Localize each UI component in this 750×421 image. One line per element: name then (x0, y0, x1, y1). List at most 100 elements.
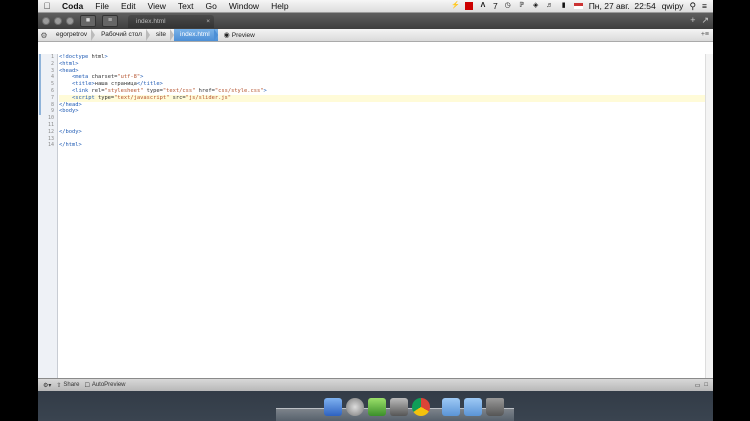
minimize-window-button[interactable] (54, 17, 62, 25)
line-number: 8 (38, 101, 57, 109)
breadcrumb-desktop[interactable]: Рабочий стол (95, 29, 150, 41)
menu-app-name[interactable]: Coda (56, 1, 89, 11)
status-right-icons: ▭ □ (695, 382, 708, 389)
files-icon[interactable]: ≡ (102, 15, 118, 27)
share-label: Share (63, 382, 80, 388)
change-marker (39, 67, 41, 75)
wifi-icon[interactable]: ◈ (532, 2, 540, 10)
code-line[interactable] (59, 115, 713, 122)
line-number: 1 (38, 54, 57, 61)
line-number: 3 (38, 67, 57, 75)
menu-text[interactable]: Text (172, 1, 200, 11)
code-area[interactable]: <!doctype html> <html> <head> <meta charse… (59, 54, 713, 149)
path-bar-options-icon[interactable]: +≡ (701, 29, 709, 41)
search-icon[interactable]: ⚲ (689, 1, 696, 12)
flag-icon[interactable] (573, 3, 583, 9)
preview-button[interactable]: ◉ Preview (224, 31, 255, 39)
split-view-icon[interactable]: ▭ (695, 382, 701, 389)
code-line[interactable]: <link rel="stylesheet" type="text/css" h… (59, 88, 713, 95)
code-line[interactable]: </head> (59, 102, 713, 109)
menu-go[interactable]: Go (199, 1, 222, 11)
finder-icon[interactable] (324, 398, 342, 416)
change-marker (39, 87, 41, 95)
screen:  Coda File Edit View Text Go Window Hel… (38, 0, 713, 421)
flash-icon[interactable]: ⚡ (451, 2, 460, 10)
vertical-scrollbar[interactable] (705, 54, 713, 379)
code-line[interactable]: <head> (59, 68, 713, 75)
share-button[interactable]: ⇧ Share (56, 382, 79, 389)
menu-bar:  Coda File Edit View Text Go Window Hel… (38, 0, 713, 13)
menu-window[interactable]: Window (223, 1, 265, 11)
code-line[interactable]: <html> (59, 61, 713, 68)
gear-icon[interactable]: ⚙ (38, 31, 50, 40)
breadcrumb-file[interactable]: index.html (174, 29, 218, 41)
code-line[interactable]: <body> (59, 108, 713, 115)
code-line[interactable]: <title>наша страница</title> (59, 81, 713, 88)
apple-icon[interactable]:  (38, 1, 56, 11)
line-number: 9 (38, 108, 57, 116)
clock[interactable]: Пн, 27 авг. 22:54 (589, 1, 656, 11)
coda-window: ■ ≡ index.html × + ↗ ⚙ egorpetrov Рабочи… (38, 13, 713, 391)
line-number: 6 (38, 87, 57, 95)
title-bar-right: + ↗ (690, 15, 709, 26)
expand-icon[interactable]: □ (704, 382, 708, 389)
chrome-icon[interactable] (412, 398, 430, 416)
bluetooth-icon[interactable]: ℙ (518, 2, 526, 10)
status-bar: ⚙▾ ⇧ Share ☐ AutoPreview ▭ □ (38, 378, 713, 391)
dock (276, 393, 514, 421)
user-name[interactable]: qwipy (662, 1, 684, 11)
line-number: 2 (38, 60, 57, 68)
line-number: 7 (38, 94, 57, 102)
zoom-window-button[interactable] (66, 17, 74, 25)
menu-help[interactable]: Help (265, 1, 294, 11)
code-line[interactable]: </html> (59, 142, 713, 149)
applications-folder-icon[interactable] (442, 398, 460, 416)
system-preferences-icon[interactable] (346, 398, 364, 416)
time-machine-icon[interactable]: ◷ (504, 2, 512, 10)
list-icon[interactable]: ≡ (702, 1, 707, 11)
code-line[interactable]: <!doctype html> (59, 54, 713, 61)
preview-label: Preview (231, 32, 255, 39)
sites-icon[interactable]: ■ (80, 15, 96, 27)
trash-icon[interactable] (486, 398, 504, 416)
code-editor[interactable]: 1 2 3 4 5 6 7 8 9 10 11 12 13 14 <!doctype html> <html… (38, 54, 713, 379)
battery-icon[interactable]: ▮ (560, 2, 568, 10)
menu-file[interactable]: File (89, 1, 115, 11)
breadcrumb-user[interactable]: egorpetrov (50, 29, 96, 41)
line-number: 14 (47, 142, 54, 149)
downloads-folder-icon[interactable] (464, 398, 482, 416)
menu-view[interactable]: View (142, 1, 172, 11)
status-gear-icon[interactable]: ⚙▾ (43, 382, 51, 389)
fullscreen-icon[interactable]: ↗ (701, 15, 709, 26)
add-tab-icon[interactable]: + (690, 15, 695, 26)
code-line[interactable] (59, 136, 713, 143)
change-marker (39, 60, 41, 68)
code-line[interactable]: </body> (59, 129, 713, 136)
line-number: 5 (38, 81, 57, 88)
code-line[interactable]: <meta charset="utf-8"> (59, 74, 713, 81)
eye-icon: ◉ (223, 32, 230, 39)
line-number-gutter: 1 2 3 4 5 6 7 8 9 10 11 12 13 14 (38, 54, 58, 379)
tab-close-icon[interactable]: × (206, 15, 210, 28)
autopreview-checkbox[interactable]: ☐ AutoPreview (84, 382, 125, 389)
volume-icon[interactable]: ♬ (546, 2, 554, 10)
close-window-button[interactable] (42, 17, 50, 25)
breadcrumb-site[interactable]: site (150, 29, 175, 41)
textmate-icon[interactable] (390, 398, 408, 416)
adobe-icon[interactable]: Λ (479, 2, 487, 10)
line-number: 11 (47, 121, 54, 128)
line-number: 10 (47, 115, 54, 122)
coda-icon[interactable] (368, 398, 386, 416)
change-marker (39, 108, 41, 116)
tray-counter[interactable]: 7 (493, 1, 498, 11)
change-marker (39, 94, 41, 102)
menu-edit[interactable]: Edit (115, 1, 142, 11)
document-tab[interactable]: index.html × (128, 15, 214, 28)
autopreview-label: AutoPreview (91, 382, 126, 388)
document-tab-title: index.html (136, 18, 166, 25)
change-marker (39, 74, 41, 82)
line-number: 4 (38, 74, 57, 82)
record-icon[interactable] (464, 2, 473, 10)
code-line[interactable] (59, 122, 713, 129)
code-line[interactable]: <script type="text/javascript" src="js/s… (59, 94, 713, 102)
